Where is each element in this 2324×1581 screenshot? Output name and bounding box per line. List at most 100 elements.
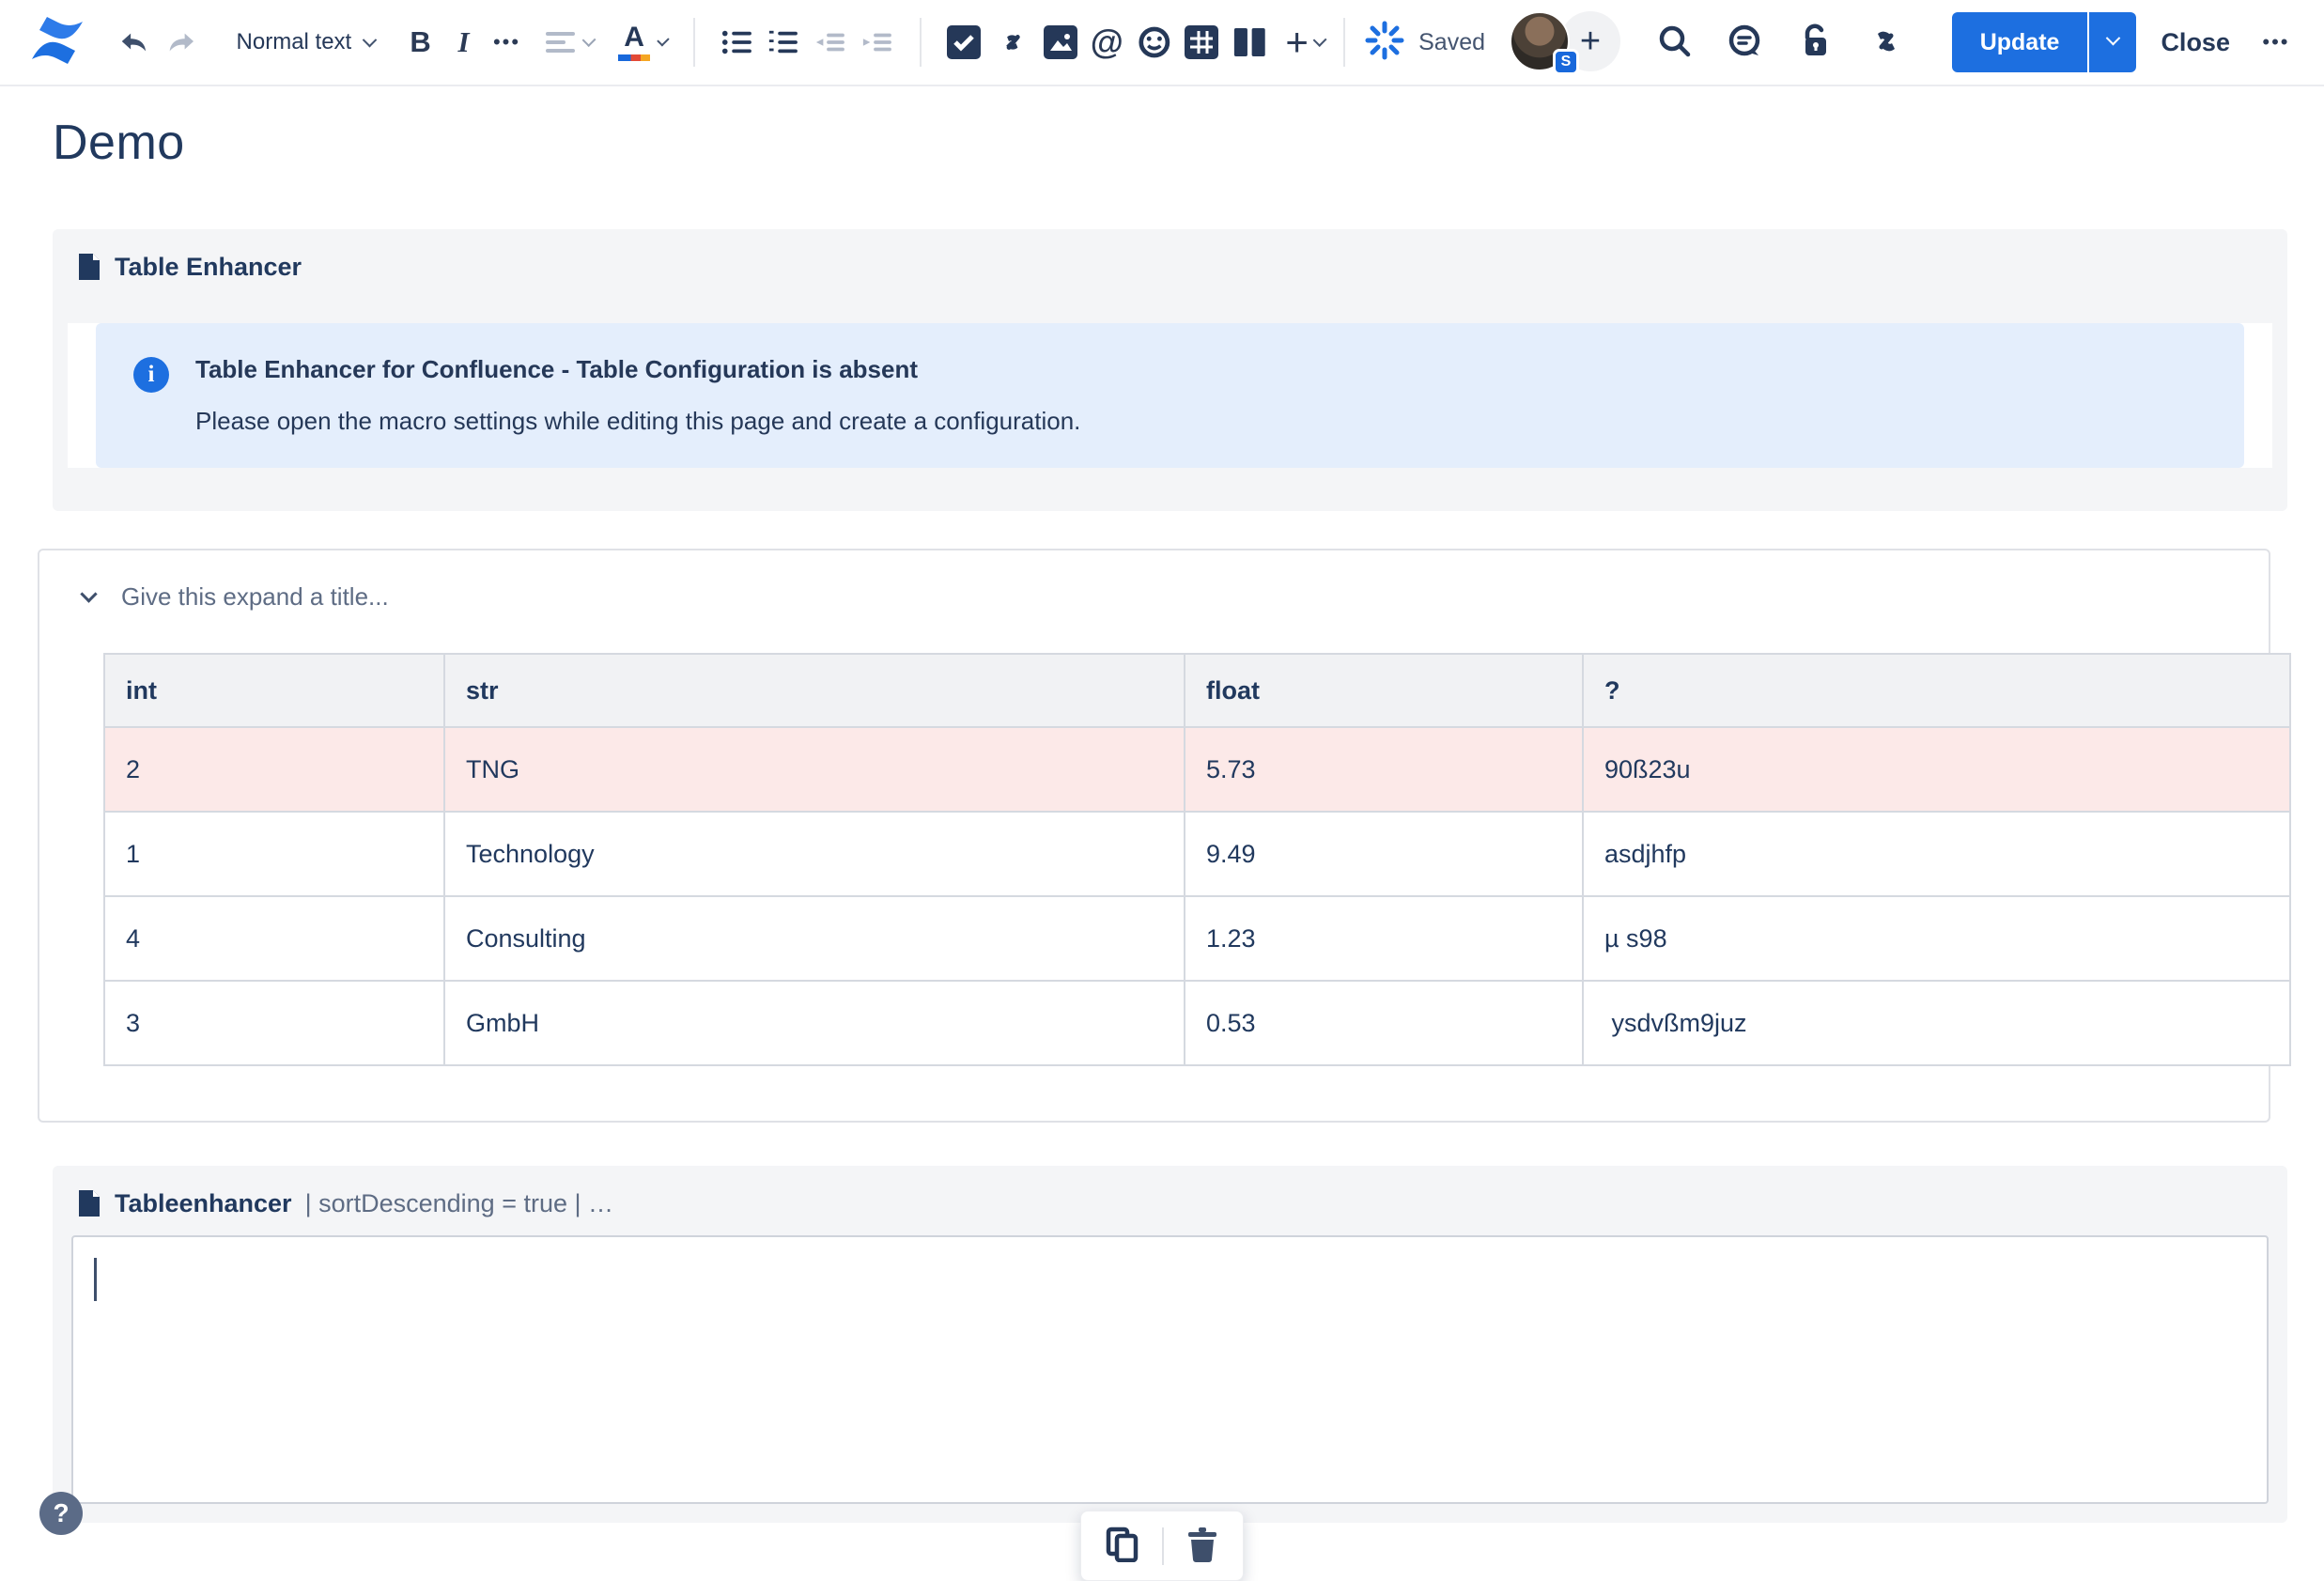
update-split-button: Update — [1951, 12, 2137, 72]
toolbar-divider — [1343, 18, 1346, 67]
delete-button[interactable] — [1177, 1521, 1228, 1571]
expand-block: Give this expand a title... int str float?… — [38, 549, 2291, 1123]
image-icon — [1043, 25, 1077, 59]
text-color-button[interactable]: A — [611, 16, 674, 69]
toolbar-divider — [919, 18, 922, 67]
table-header-cell[interactable]: float — [1184, 653, 1584, 728]
table-row: 2 TNG 5.73 90ß23u — [103, 726, 2291, 813]
macro-params: | sortDescending = true | … — [304, 1188, 614, 1217]
undo-button[interactable] — [111, 16, 158, 69]
document-icon — [79, 1190, 100, 1217]
comment-icon — [1728, 24, 1759, 55]
insert-link-button[interactable] — [987, 16, 1038, 69]
table-cell[interactable]: GmbH — [443, 980, 1185, 1066]
bold-button[interactable]: B — [399, 16, 442, 69]
copy-icon — [1106, 1527, 1139, 1563]
redo-button[interactable] — [158, 16, 205, 69]
expand-chevron-icon[interactable] — [80, 585, 98, 603]
overflow-menu-button[interactable]: ••• — [2254, 16, 2298, 69]
chevron-down-icon — [2105, 30, 2121, 45]
copy-button[interactable] — [1096, 1521, 1149, 1571]
data-table: int str float? 2 TNG 5.73 90ß23u 1 Technology 9.… — [103, 653, 2291, 1066]
expand-title-placeholder[interactable]: Give this expand a title... — [121, 582, 389, 612]
alignment-button[interactable] — [538, 16, 602, 69]
trash-icon — [1188, 1527, 1216, 1562]
table-cell[interactable]: Consulting — [443, 895, 1185, 982]
chevron-down-icon — [657, 33, 670, 46]
table-header-row: int str float? — [103, 653, 2291, 728]
info-panel: i Table Enhancer for Confluence - Table … — [96, 323, 2244, 468]
page-title[interactable]: Demo — [53, 115, 2287, 171]
table-cell[interactable]: µ s98 — [1582, 895, 2291, 982]
node-floating-toolbar — [1080, 1511, 1244, 1581]
table-header-cell[interactable]: ? — [1582, 653, 2291, 728]
macro-name: Tableenhancer — [115, 1188, 292, 1217]
table-icon — [1185, 25, 1219, 59]
table-cell[interactable]: 9.49 — [1184, 811, 1584, 897]
search-icon — [1659, 25, 1690, 56]
table-header-cell[interactable]: int — [103, 653, 445, 728]
emoji-button[interactable] — [1130, 16, 1179, 69]
table-cell[interactable]: 0.53 — [1184, 980, 1584, 1066]
editor-toolbar: Normal text B I ••• A @ + Saved + S Upda… — [0, 0, 2324, 86]
unlock-button[interactable] — [1781, 23, 1849, 63]
text-cursor — [94, 1258, 97, 1301]
table-cell[interactable]: asdjhfp — [1582, 811, 2291, 897]
inline-comment-button[interactable] — [1710, 23, 1781, 62]
table-cell[interactable]: TNG — [443, 726, 1185, 813]
italic-button[interactable]: I — [442, 16, 486, 69]
update-button[interactable]: Update — [1951, 12, 2088, 72]
outdent-button[interactable] — [807, 16, 854, 69]
update-options-button[interactable] — [2087, 12, 2137, 72]
expand-table-body: 2 TNG 5.73 90ß23u 1 Technology 9.49 asdjhfp 4 Con… — [103, 726, 2291, 1066]
info-panel-text: Please open the macro settings while edi… — [195, 407, 1081, 435]
text-style-label: Normal text — [236, 29, 352, 54]
outdent-icon — [816, 33, 845, 52]
table-cell[interactable]: Technology — [443, 811, 1185, 897]
macro-tableenhancer[interactable]: Tableenhancer | sortDescending = true | … — [53, 1166, 2287, 1523]
table-row: 1 Technology 9.49 asdjhfp — [103, 811, 2291, 897]
help-button[interactable]: ? — [39, 1492, 83, 1535]
align-text-icon — [545, 27, 575, 57]
macro-name: Table Enhancer — [115, 252, 302, 281]
avatar-status-badge: S — [1553, 49, 1580, 75]
text-color-icon: A — [618, 23, 651, 61]
insert-more-button[interactable]: + — [1276, 16, 1319, 69]
table-header-cell[interactable]: str — [443, 653, 1185, 728]
save-status-text: Saved — [1418, 28, 1486, 55]
table-cell[interactable]: 5.73 — [1184, 726, 1584, 813]
table-cell[interactable]: ysdvßm9juz — [1582, 980, 2291, 1066]
chevron-down-icon — [581, 32, 596, 47]
table-cell[interactable]: 2 — [103, 726, 445, 813]
text-style-dropdown[interactable]: Normal text — [236, 29, 377, 55]
copy-link-button[interactable] — [1849, 23, 1924, 63]
layouts-icon — [1234, 27, 1265, 57]
table-cell[interactable]: 4 — [103, 895, 445, 982]
numbered-list-icon — [769, 30, 798, 54]
editor-content: Demo Table Enhancer i Table Enhancer for… — [0, 86, 2324, 1523]
table-cell[interactable]: 90ß23u — [1582, 726, 2291, 813]
toolbar-divider — [1162, 1527, 1164, 1565]
task-list-button[interactable] — [940, 16, 987, 69]
table-cell[interactable]: 1.23 — [1184, 895, 1584, 982]
search-button[interactable] — [1640, 23, 1710, 62]
numbered-list-button[interactable] — [760, 16, 807, 69]
insert-image-button[interactable] — [1037, 16, 1084, 69]
expand-header: Give this expand a title... — [62, 575, 2250, 619]
macro-table-enhancer[interactable]: Table Enhancer i Table Enhancer for Conf… — [53, 229, 2287, 511]
table-cell[interactable]: 3 — [103, 980, 445, 1066]
layouts-button[interactable] — [1225, 16, 1276, 69]
insert-table-button[interactable] — [1178, 16, 1225, 69]
table-cell[interactable]: 1 — [103, 811, 445, 897]
bullet-list-button[interactable] — [714, 16, 761, 69]
info-panel-title: Table Enhancer for Confluence - Table Co… — [195, 355, 919, 383]
info-icon: i — [133, 357, 169, 393]
macro-body-editor[interactable] — [71, 1235, 2269, 1504]
more-formatting-button[interactable]: ••• — [486, 16, 529, 69]
mention-button[interactable]: @ — [1084, 16, 1130, 69]
indent-button[interactable] — [854, 16, 901, 69]
macro-header: Tableenhancer | sortDescending = true | … — [68, 1181, 2272, 1232]
macro-header: Table Enhancer — [68, 244, 2272, 295]
close-button[interactable]: Close — [2161, 28, 2230, 57]
unlock-icon — [1805, 23, 1826, 55]
